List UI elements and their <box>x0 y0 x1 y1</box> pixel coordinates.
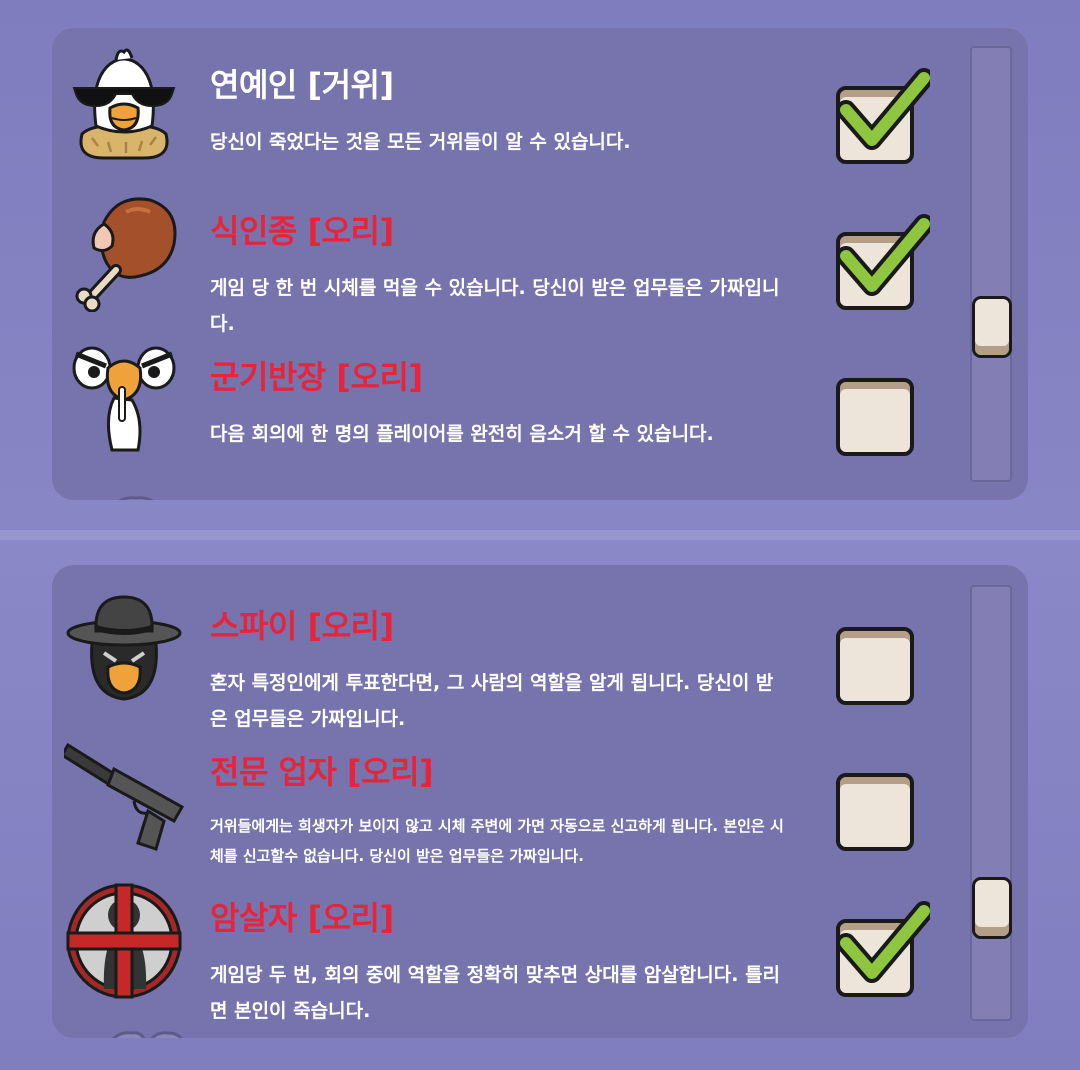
role-description: 게임 당 한 번 시체를 먹을 수 있습니다. 당신이 받은 업무들은 가짜입니… <box>210 277 780 335</box>
silenced-pistol-icon <box>64 733 184 853</box>
role-enabled-checkbox[interactable] <box>836 627 914 705</box>
role-title: 스파이 [오리] <box>210 607 394 645</box>
role-row[interactable]: 전문 업자 [오리] 거위들에게는 희생자가 보이지 않고 시체 주변에 가면 … <box>52 733 952 883</box>
scrollbar-track[interactable] <box>970 585 1012 1021</box>
drumstick-icon <box>64 192 184 312</box>
role-title: 전문 업자 [오리] <box>210 753 434 791</box>
role-title: 암살자 [오리] <box>210 899 394 937</box>
scrollbar-track[interactable] <box>970 46 1012 482</box>
shushing-duck-icon <box>64 338 184 458</box>
role-description: 거위들에게는 희생자가 보이지 않고 시체 주변에 가면 자동으로 신고하게 됩… <box>210 817 784 865</box>
role-title: 군기반장 [오리] <box>210 358 423 396</box>
check-mark-icon <box>838 68 930 150</box>
role-title: 연예인 [거위] <box>210 66 394 104</box>
check-mark-icon <box>838 901 930 983</box>
role-row[interactable]: 식인종 [오리] 게임 당 한 번 시체를 먹을 수 있습니다. 당신이 받은 … <box>52 192 952 342</box>
role-row[interactable]: 스파이 [오리] 혼자 특정인에게 투표한다면, 그 사람의 역할을 알게 됩니… <box>52 587 952 737</box>
background-divider <box>0 530 1080 540</box>
role-enabled-checkbox[interactable] <box>836 214 930 310</box>
role-row[interactable]: 연예인 [거위] 당신이 죽었다는 것을 모든 거위들이 알 수 있습니다. <box>52 46 952 196</box>
check-mark-icon <box>838 214 930 296</box>
role-enabled-checkbox[interactable] <box>836 68 930 164</box>
role-row[interactable]: 암살자 [오리] 게임당 두 번, 회의 중에 역할을 정확히 맞추면 상대를 … <box>52 879 952 1029</box>
role-list-panel-1[interactable]: 연예인 [거위] 당신이 죽었다는 것을 모든 거위들이 알 수 있습니다. 식… <box>52 28 1028 500</box>
scrollbar-thumb[interactable] <box>972 877 1012 939</box>
role-enabled-checkbox[interactable] <box>836 378 914 456</box>
role-description: 당신이 죽었다는 것을 모든 거위들이 알 수 있습니다. <box>210 131 631 153</box>
role-description: 게임당 두 번, 회의 중에 역할을 정확히 맞추면 상대를 암살합니다. 틀리… <box>210 964 781 1022</box>
role-row[interactable]: 군기반장 [오리] 다음 회의에 한 명의 플레이어를 완전히 음소거 할 수 … <box>52 338 952 488</box>
role-enabled-checkbox[interactable] <box>836 901 930 997</box>
next-role-peek <box>106 490 166 500</box>
spy-duck-icon <box>64 587 184 707</box>
role-description: 혼자 특정인에게 투표한다면, 그 사람의 역할을 알게 됩니다. 당신이 받은… <box>210 672 774 730</box>
role-enabled-checkbox[interactable] <box>836 773 914 851</box>
role-title: 식인종 [오리] <box>210 212 394 250</box>
scrollbar-thumb[interactable] <box>972 296 1012 358</box>
next-role-peek <box>106 1027 186 1038</box>
role-description: 다음 회의에 한 명의 플레이어를 완전히 음소거 할 수 있습니다. <box>210 423 714 445</box>
crosshair-icon <box>64 879 184 999</box>
celebrity-goose-icon <box>64 46 184 166</box>
role-list-panel-2[interactable]: 스파이 [오리] 혼자 특정인에게 투표한다면, 그 사람의 역할을 알게 됩니… <box>52 565 1028 1038</box>
